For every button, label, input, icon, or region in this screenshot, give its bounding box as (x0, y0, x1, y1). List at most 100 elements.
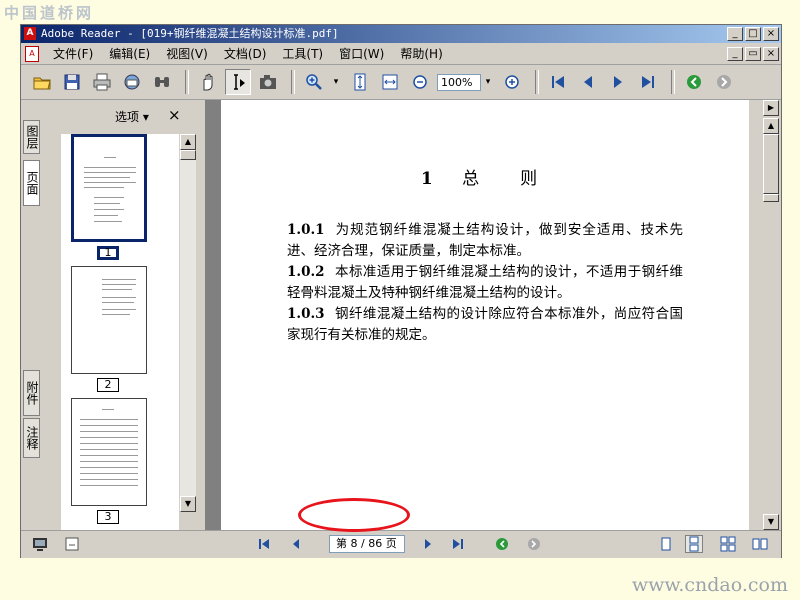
clause-number: 1.0.1 (287, 222, 325, 238)
page-number-highlight-annotation (298, 498, 410, 532)
toolbar-separator (185, 70, 189, 94)
window-title: Adobe Reader - [019+钢纤维混凝土结构设计标准.pdf] (41, 27, 339, 40)
status-first-page-icon[interactable] (255, 535, 273, 553)
page-thumbnail[interactable] (71, 134, 147, 242)
scroll-down-arrow-icon[interactable]: ▼ (763, 514, 779, 530)
thumbnail-label: 3 (97, 510, 119, 524)
fit-page-icon[interactable] (347, 69, 373, 95)
print-icon[interactable] (89, 69, 115, 95)
continuous-view-icon[interactable] (685, 535, 703, 553)
maximize-button[interactable]: □ (745, 27, 761, 41)
clause-number: 1.0.2 (287, 264, 325, 280)
page-number-field[interactable]: 第 8 / 86 页 (329, 535, 405, 553)
continuous-facing-view-icon[interactable] (751, 535, 769, 553)
status-bar: 第 8 / 86 页 (21, 530, 781, 558)
clause-paragraph: 1.0.1 为规范钢纤维混凝土结构设计，做到安全适用、技术先进、经济合理，保证质量… (287, 220, 683, 262)
pages-panel-header: 选项 ▾ × (43, 100, 197, 134)
clause-text: 本标准适用于钢纤维混凝土结构的设计，不适用于钢纤维轻骨料混凝土及特种钢纤维混凝土… (287, 264, 683, 301)
toolbar-separator (671, 70, 675, 94)
panel-splitter[interactable] (197, 100, 205, 530)
menu-edit[interactable]: 编辑(E) (101, 44, 158, 64)
scroll-up-arrow-icon[interactable]: ▲ (763, 118, 779, 134)
zoom-level-input[interactable]: 100% (437, 73, 481, 91)
page-thumbnail[interactable] (71, 398, 147, 506)
tab-attachments[interactable]: 附件 (23, 370, 40, 416)
select-text-icon[interactable] (225, 69, 251, 95)
zoom-in-icon[interactable] (301, 69, 327, 95)
scroll-up-arrow-icon[interactable]: ▲ (180, 134, 196, 150)
doc-restore-button[interactable]: ▭ (745, 47, 761, 61)
status-previous-page-icon[interactable] (287, 535, 305, 553)
menu-window[interactable]: 窗口(W) (331, 44, 392, 64)
clause-paragraph: 1.0.2 本标准适用于钢纤维混凝土结构的设计，不适用于钢纤维轻骨料混凝土及特种钢… (287, 262, 683, 304)
zoom-in-plus-icon[interactable] (499, 69, 525, 95)
zoom-level-dropdown-icon[interactable]: ▾ (483, 77, 493, 87)
toolbar-separator (535, 70, 539, 94)
chapter-number: 1 (420, 169, 445, 189)
pages-panel: 选项 ▾ × 1 2 3 ▲ ▼ (43, 100, 198, 530)
open-icon[interactable] (29, 69, 55, 95)
close-panel-button[interactable]: × (168, 106, 181, 124)
scroll-thumb[interactable] (180, 150, 196, 160)
chapter-title: 总 则 (462, 169, 550, 189)
menu-view[interactable]: 视图(V) (158, 44, 216, 64)
document-view[interactable]: 1 总 则 1.0.1 为规范钢纤维混凝土结构设计，做到安全适用、技术先进、经济合… (205, 100, 749, 530)
last-page-icon[interactable] (635, 69, 661, 95)
tab-layers[interactable]: 图层 (23, 120, 40, 154)
document-scrollbar[interactable]: ▶ ▲ ▼ (763, 100, 781, 530)
toolbar: ▾ 100% ▾ (21, 65, 781, 100)
status-next-page-icon[interactable] (419, 535, 437, 553)
scroll-right-arrow-icon[interactable]: ▶ (763, 100, 779, 116)
watermark-bottom: www.cndao.com (631, 574, 788, 596)
facing-view-icon[interactable] (719, 535, 737, 553)
first-page-icon[interactable] (545, 69, 571, 95)
options-menu-button[interactable]: 选项 ▾ (115, 108, 149, 125)
single-page-view-icon[interactable] (657, 535, 675, 553)
monitor-icon[interactable] (31, 535, 49, 553)
zoom-out-icon[interactable] (407, 69, 433, 95)
tab-comments[interactable]: 注释 (23, 418, 40, 458)
email-icon[interactable] (119, 69, 145, 95)
forward-icon[interactable] (711, 69, 737, 95)
back-icon[interactable] (681, 69, 707, 95)
navigation-tabs: 图层 页面 附件 注释 (21, 100, 43, 530)
thumbnail-list[interactable]: 1 2 3 (61, 134, 179, 530)
scroll-down-arrow-icon[interactable]: ▼ (180, 496, 196, 512)
thumbnail-scrollbar[interactable]: ▲ ▼ (180, 134, 196, 512)
fit-width-icon[interactable] (377, 69, 403, 95)
hand-tool-icon[interactable] (195, 69, 221, 95)
status-last-page-icon[interactable] (449, 535, 467, 553)
previous-page-icon[interactable] (575, 69, 601, 95)
status-forward-icon[interactable] (525, 535, 543, 553)
minimize-button[interactable]: _ (727, 27, 743, 41)
menu-help[interactable]: 帮助(H) (392, 44, 450, 64)
clause-paragraph: 1.0.3 钢纤维混凝土结构的设计除应符合本标准外，尚应符合国家现行有关标准的规定… (287, 304, 683, 346)
document-properties-icon[interactable] (63, 535, 81, 553)
adobe-reader-window: A Adobe Reader - [019+钢纤维混凝土结构设计标准.pdf] … (20, 24, 782, 558)
chapter-heading: 1 总 则 (221, 164, 749, 189)
next-page-icon[interactable] (605, 69, 631, 95)
thumbnail-label: 1 (97, 246, 119, 260)
clause-number: 1.0.3 (287, 306, 325, 322)
scroll-thumb[interactable] (763, 194, 779, 202)
save-icon[interactable] (59, 69, 85, 95)
tab-pages[interactable]: 页面 (23, 160, 40, 206)
clause-text: 为规范钢纤维混凝土结构设计，做到安全适用、技术先进、经济合理，保证质量，制定本标… (287, 222, 683, 259)
adobe-reader-icon: A (24, 27, 36, 40)
search-icon[interactable] (149, 69, 175, 95)
zoom-tool-dropdown-icon[interactable]: ▾ (331, 77, 341, 87)
thumbnail-label: 2 (97, 378, 119, 392)
document-page: 1 总 则 1.0.1 为规范钢纤维混凝土结构设计，做到安全适用、技术先进、经济合… (221, 100, 749, 530)
doc-minimize-button[interactable]: _ (727, 47, 743, 61)
menu-tools[interactable]: 工具(T) (274, 44, 331, 64)
page-thumbnail[interactable] (71, 266, 147, 374)
doc-close-button[interactable]: × (763, 47, 779, 61)
clause-text: 钢纤维混凝土结构的设计除应符合本标准外，尚应符合国家现行有关标准的规定。 (287, 306, 683, 343)
menu-file[interactable]: 文件(F) (45, 44, 101, 64)
snapshot-icon[interactable] (255, 69, 281, 95)
pdf-document-icon[interactable]: A (25, 46, 39, 62)
menu-document[interactable]: 文档(D) (216, 44, 275, 64)
status-back-icon[interactable] (493, 535, 511, 553)
title-bar[interactable]: A Adobe Reader - [019+钢纤维混凝土结构设计标准.pdf] … (21, 25, 781, 43)
close-window-button[interactable]: × (763, 27, 779, 41)
